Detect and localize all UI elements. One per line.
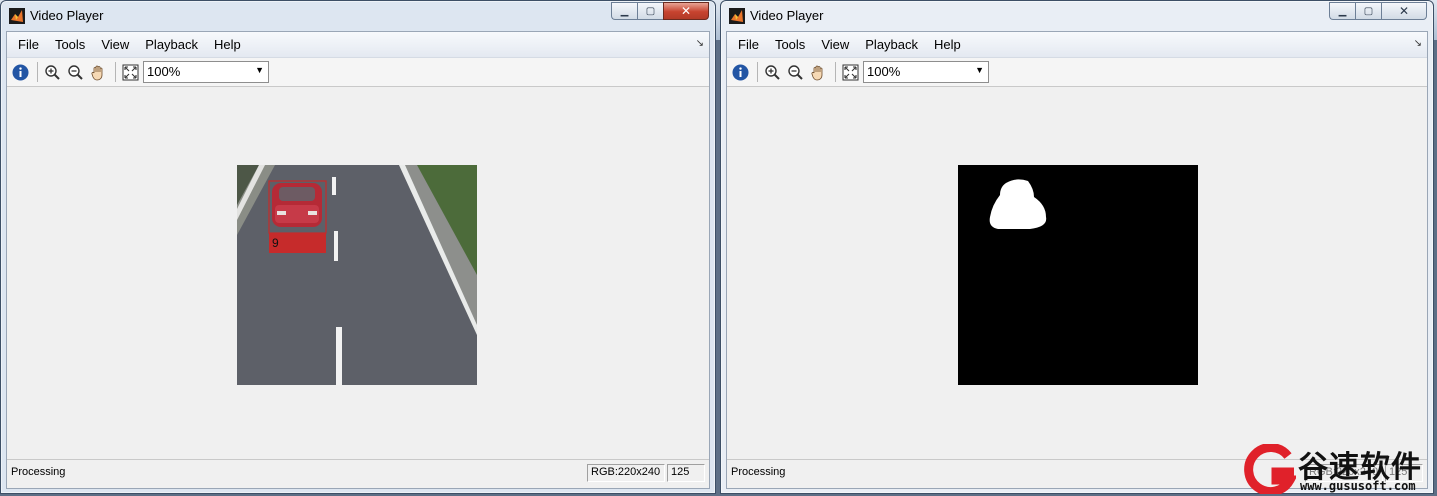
zoom-level-select[interactable]: 100% ▼ bbox=[863, 61, 989, 83]
toolbar: 100% ▼ bbox=[7, 58, 709, 87]
maximize-icon: ▢ bbox=[645, 5, 656, 17]
minimize-button[interactable]: ▁ bbox=[1329, 2, 1355, 20]
menu-view[interactable]: View bbox=[93, 37, 137, 52]
toolbar-separator bbox=[37, 62, 38, 82]
toolbar-separator bbox=[757, 62, 758, 82]
zoom-out-button[interactable] bbox=[785, 62, 806, 83]
window-title: Video Player bbox=[30, 8, 104, 23]
maximize-button[interactable]: ▢ bbox=[637, 2, 663, 20]
zoom-level-value: 100% bbox=[147, 64, 181, 79]
menu-dock-arrow-icon[interactable]: ↘ bbox=[696, 38, 704, 49]
mask-frame bbox=[958, 165, 1198, 385]
frame-dimensions: RGB:220x240 bbox=[587, 464, 665, 482]
zoom-out-icon bbox=[788, 64, 803, 80]
menu-dock-arrow-icon[interactable]: ↘ bbox=[1414, 38, 1422, 49]
menu-file[interactable]: File bbox=[10, 37, 47, 52]
toolbar: 100% ▼ bbox=[727, 58, 1427, 87]
lane-dash bbox=[332, 177, 336, 195]
close-button[interactable]: ✕ bbox=[663, 2, 709, 20]
menu-tools[interactable]: Tools bbox=[47, 37, 93, 52]
hand-icon bbox=[91, 65, 103, 80]
fit-to-window-button[interactable] bbox=[840, 62, 861, 83]
zoom-in-icon bbox=[765, 64, 780, 80]
menu-file[interactable]: File bbox=[730, 37, 767, 52]
pan-button[interactable] bbox=[808, 62, 829, 83]
zoom-level-value: 100% bbox=[867, 64, 901, 79]
chevron-down-icon: ▼ bbox=[255, 65, 264, 75]
close-icon: ✕ bbox=[1398, 4, 1410, 18]
frame-number: 125 bbox=[667, 464, 705, 482]
zoom-level-select[interactable]: 100% ▼ bbox=[143, 61, 269, 83]
chevron-down-icon: ▼ bbox=[975, 65, 984, 75]
gususoft-logo-icon bbox=[1244, 444, 1296, 494]
hand-icon bbox=[811, 65, 823, 80]
caption-buttons: ▁ ▢ ✕ bbox=[1329, 2, 1427, 20]
zoom-in-button[interactable] bbox=[42, 62, 63, 83]
menu-view[interactable]: View bbox=[813, 37, 857, 52]
zoom-in-button[interactable] bbox=[762, 62, 783, 83]
minimize-button[interactable]: ▁ bbox=[611, 2, 637, 20]
video-viewport bbox=[727, 87, 1427, 459]
window-title: Video Player bbox=[750, 8, 824, 23]
fit-to-window-icon bbox=[842, 64, 859, 80]
matlab-icon bbox=[729, 8, 745, 24]
status-text: Processing bbox=[731, 466, 786, 478]
video-player-window-left[interactable]: Video Player ▁ ▢ ✕ File Tools View Playb… bbox=[0, 0, 716, 494]
minimize-icon: ▁ bbox=[1338, 5, 1347, 17]
maximize-button[interactable]: ▢ bbox=[1355, 2, 1381, 20]
close-icon: ✕ bbox=[680, 4, 692, 18]
title-bar[interactable]: Video Player ▁ ▢ ✕ bbox=[721, 1, 1433, 31]
video-frame: 9 bbox=[237, 165, 477, 385]
video-player-window-right[interactable]: Video Player ▁ ▢ ✕ File Tools View Playb… bbox=[720, 0, 1434, 494]
menu-tools[interactable]: Tools bbox=[767, 37, 813, 52]
watermark: 谷速软件 www.gususoft.com bbox=[1240, 440, 1437, 496]
title-bar[interactable]: Video Player ▁ ▢ ✕ bbox=[1, 1, 715, 31]
mask-background bbox=[958, 165, 1198, 385]
toolbar-separator bbox=[115, 62, 116, 82]
window-client: File Tools View Playback Help ↘ bbox=[726, 31, 1428, 489]
zoom-out-icon bbox=[68, 64, 83, 80]
tracking-id-label: 9 bbox=[272, 236, 279, 250]
maximize-icon: ▢ bbox=[1363, 5, 1374, 17]
status-text: Processing bbox=[11, 466, 66, 478]
menu-playback[interactable]: Playback bbox=[137, 37, 206, 52]
minimize-icon: ▁ bbox=[620, 5, 629, 17]
caption-buttons: ▁ ▢ ✕ bbox=[611, 2, 709, 20]
menu-playback[interactable]: Playback bbox=[857, 37, 926, 52]
menu-help[interactable]: Help bbox=[926, 37, 969, 52]
pan-button[interactable] bbox=[88, 62, 109, 83]
red-car bbox=[272, 183, 322, 227]
close-button[interactable]: ✕ bbox=[1381, 2, 1427, 20]
zoom-out-button[interactable] bbox=[65, 62, 86, 83]
lane-dash bbox=[336, 327, 342, 385]
menu-bar: File Tools View Playback Help ↘ bbox=[7, 32, 709, 58]
matlab-icon bbox=[9, 8, 25, 24]
toolbar-separator bbox=[835, 62, 836, 82]
info-button[interactable] bbox=[10, 62, 31, 83]
lane-dash bbox=[334, 231, 338, 261]
fit-to-window-button[interactable] bbox=[120, 62, 141, 83]
fit-to-window-icon bbox=[122, 64, 139, 80]
info-button[interactable] bbox=[730, 62, 751, 83]
status-bar: Processing RGB:220x240 125 bbox=[7, 459, 709, 488]
menu-help[interactable]: Help bbox=[206, 37, 249, 52]
video-viewport: 9 bbox=[7, 87, 709, 459]
zoom-in-icon bbox=[45, 64, 60, 80]
watermark-url: www.gususoft.com bbox=[1300, 479, 1416, 493]
menu-bar: File Tools View Playback Help ↘ bbox=[727, 32, 1427, 58]
window-client: File Tools View Playback Help ↘ bbox=[6, 31, 710, 489]
info-icon bbox=[732, 64, 749, 80]
info-icon bbox=[12, 64, 29, 80]
